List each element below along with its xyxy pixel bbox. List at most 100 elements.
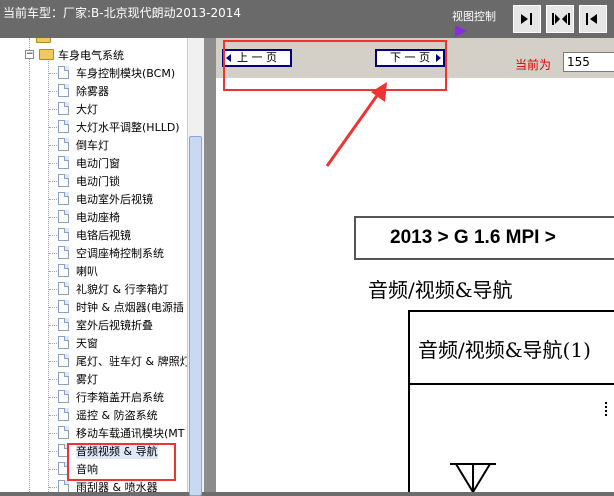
vehicle-title: 当前车型：厂家:B-北京现代朗动2013-2014 — [3, 6, 242, 20]
tree-item[interactable]: 天窗 — [0, 334, 196, 352]
tree-item[interactable]: 时钟 & 点烟器(电源插 — [0, 298, 196, 316]
pane-divider[interactable] — [204, 38, 216, 492]
document-icon — [58, 102, 69, 115]
scrollbar-thumb[interactable] — [189, 136, 202, 496]
tree-item[interactable]: 大灯水平调整(HLLD) — [0, 118, 196, 136]
annotation-arrow-icon — [325, 82, 387, 167]
tree-connector — [49, 307, 57, 308]
tree-item-label: 喇叭 — [76, 265, 98, 278]
folder-open-icon — [39, 49, 54, 60]
tree-item-label: 礼貌灯 & 行李箱灯 — [76, 283, 169, 296]
tree-item[interactable]: 电动门窗 — [0, 154, 196, 172]
tree-connector — [49, 181, 57, 182]
split-view-icon — [552, 13, 570, 25]
document-icon — [58, 426, 69, 439]
tree-item-label: 室外后视镜折叠 — [76, 319, 153, 332]
antenna-symbol-icon — [450, 463, 496, 492]
document-icon — [58, 174, 69, 187]
sidebar-scrollbar[interactable] — [187, 38, 204, 496]
dotted-connector — [605, 402, 611, 416]
view-fit-button[interactable] — [579, 5, 607, 33]
document-icon — [58, 354, 69, 367]
tree-item[interactable]: 电动门锁 — [0, 172, 196, 190]
tree-item-label: 时钟 & 点烟器(电源插 — [76, 301, 184, 314]
tree-connector — [49, 415, 57, 416]
tree-item-label: 电动室外后视镜 — [76, 193, 153, 206]
document-icon — [58, 84, 69, 97]
view-single-page-button[interactable] — [513, 5, 541, 33]
tree-node-parent[interactable]: − 车身电气系统 — [0, 46, 196, 64]
view-double-page-button[interactable] — [546, 5, 574, 33]
arrow-right-bar-icon — [521, 13, 532, 25]
tree-item[interactable]: 电动座椅 — [0, 208, 196, 226]
tree-item[interactable]: 空调座椅控制系统 — [0, 244, 196, 262]
tree-item[interactable]: 礼貌灯 & 行李箱灯 — [0, 280, 196, 298]
tree-item-label: 遥控 & 防盗系统 — [76, 409, 158, 422]
tree-item-label: 电动座椅 — [76, 211, 120, 224]
tree-item[interactable]: 雾灯 — [0, 370, 196, 388]
tree-item-label: 空调座椅控制系统 — [76, 247, 164, 260]
tree-item[interactable]: 尾灯、驻车灯 & 牌照灯 — [0, 352, 196, 370]
tree-connector — [49, 451, 57, 452]
tree-item-label: 电动门锁 — [76, 175, 120, 188]
tree-connector — [49, 361, 57, 362]
document-icon — [58, 138, 69, 151]
document-icon — [58, 336, 69, 349]
tree-item-label: 大灯 — [76, 103, 98, 116]
document-icon — [58, 408, 69, 421]
title-bar: 当前车型：厂家:B-北京现代朗动2013-2014 视图控制 — [0, 0, 614, 38]
tree-item[interactable]: 大灯 — [0, 100, 196, 118]
document-viewer[interactable]: 2013 > G 1.6 MPI > 音频/视频&导航 音频/视频&导航(1) — [216, 78, 614, 492]
collapse-icon[interactable]: − — [25, 50, 34, 59]
tree-connector — [49, 91, 57, 92]
tree-item[interactable]: 移动车载通讯模块(MT — [0, 424, 196, 442]
current-page-input[interactable] — [563, 52, 614, 72]
tree-item[interactable]: 除雾器 — [0, 82, 196, 100]
tree-connector — [49, 217, 57, 218]
section-title: 音频/视频&导航 — [368, 278, 513, 302]
tree-connector — [49, 235, 57, 236]
doc-header-box: 2013 > G 1.6 MPI > — [354, 216, 614, 260]
tree-connector — [49, 397, 57, 398]
tree-connector — [49, 145, 57, 146]
tree-connector — [49, 271, 57, 272]
tree-item[interactable]: 电铬后视镜 — [0, 226, 196, 244]
tree-connector — [49, 325, 57, 326]
tree-connector — [49, 199, 57, 200]
document-icon — [58, 282, 69, 295]
tree-connector — [49, 109, 57, 110]
document-icon — [58, 156, 69, 169]
document-icon — [58, 318, 69, 331]
tree-item-label: 雾灯 — [76, 373, 98, 386]
tree-connector — [49, 253, 57, 254]
document-icon — [58, 480, 69, 492]
tree-item-label: 车身控制模块(BCM) — [76, 67, 176, 80]
view-control-label: 视图控制 — [452, 10, 496, 23]
tree-connector — [49, 487, 57, 488]
diagram-frame: 音频/视频&导航(1) — [408, 310, 614, 492]
play-icon — [455, 25, 467, 37]
tree-item-label: 倒车灯 — [76, 139, 109, 152]
tree-item[interactable]: 喇叭 — [0, 262, 196, 280]
doc-header-text: 2013 > G 1.6 MPI > — [390, 227, 556, 248]
tree-connector — [49, 73, 57, 74]
tree-item[interactable]: 车身控制模块(BCM) — [0, 64, 196, 82]
tree-item[interactable]: 倒车灯 — [0, 136, 196, 154]
document-icon — [58, 228, 69, 241]
document-icon — [58, 300, 69, 313]
document-icon — [58, 390, 69, 403]
category-tree: − 车身电气系统 车身控制模块(BCM) 除雾器大灯大灯水平调整(HLLD) 倒车灯… — [0, 38, 197, 492]
tree-item[interactable]: 行李箱盖开启系统 — [0, 388, 196, 406]
document-icon — [58, 264, 69, 277]
tree-item[interactable]: 电动室外后视镜 — [0, 190, 196, 208]
tree-item[interactable]: 遥控 & 防盗系统 — [0, 406, 196, 424]
tree-connector — [49, 127, 57, 128]
current-page-label: 当前为 — [515, 58, 552, 72]
tree-connector — [49, 433, 57, 434]
document-icon — [58, 192, 69, 205]
tree-item-label: 尾灯、驻车灯 & 牌照灯 — [76, 355, 191, 368]
tree-item[interactable]: 室外后视镜折叠 — [0, 316, 196, 334]
tree-item-label: 大灯水平调整(HLLD) — [76, 121, 180, 134]
folder-icon — [36, 38, 51, 43]
tree-connector — [49, 379, 57, 380]
